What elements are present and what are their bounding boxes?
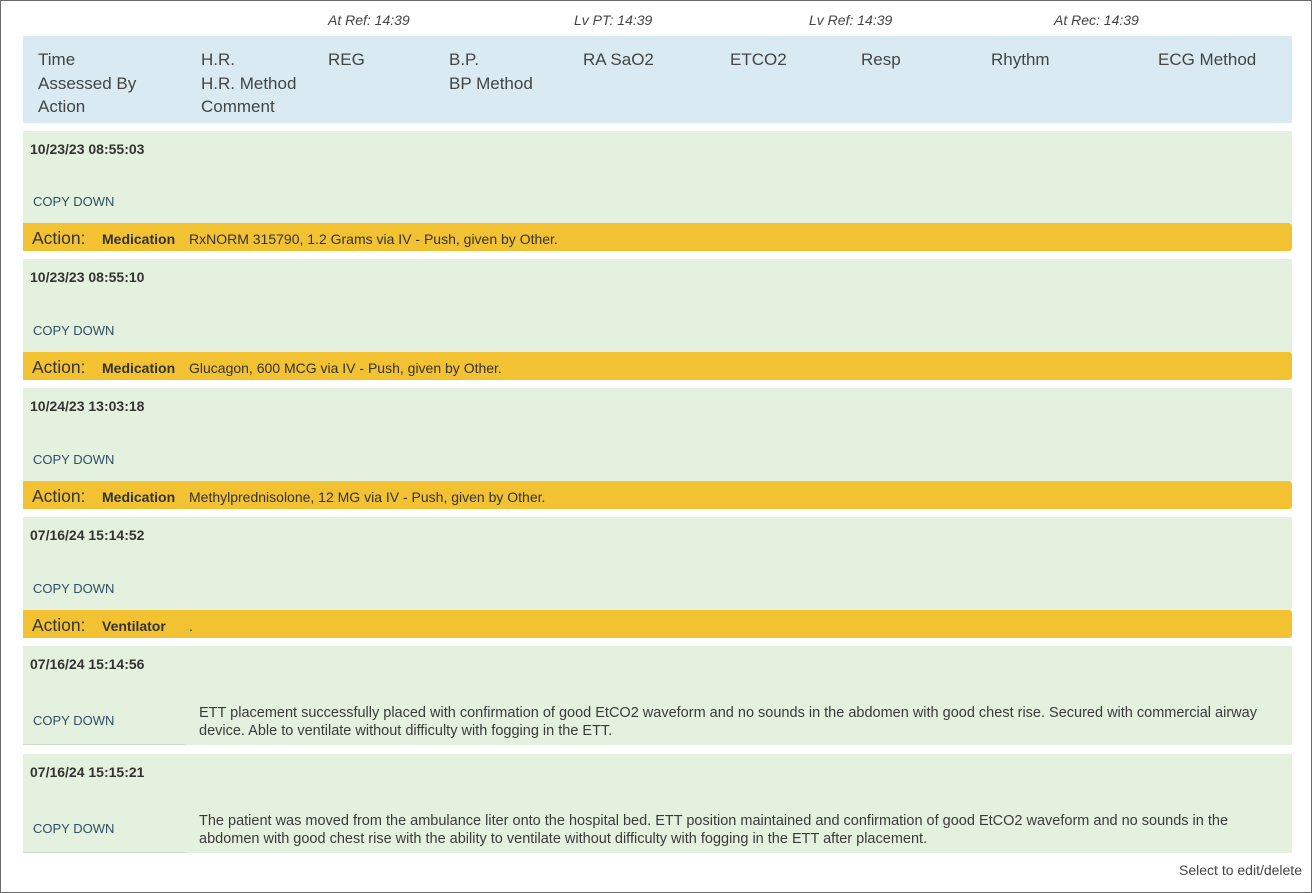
action-detail: . bbox=[189, 618, 193, 634]
action-row[interactable]: Action: Medication RxNORM 315790, 1.2 Gr… bbox=[23, 223, 1292, 251]
action-detail: Methylprednisolone, 12 MG via IV - Push,… bbox=[189, 489, 546, 505]
action-label: Action: bbox=[32, 486, 86, 506]
action-type: Medication bbox=[102, 231, 176, 247]
header-col-resp: Resp bbox=[861, 48, 901, 72]
action-row[interactable]: Action: Medication Methylprednisolone, 1… bbox=[23, 481, 1292, 509]
entry-timestamp: 10/23/23 08:55:03 bbox=[30, 141, 145, 157]
entry-timestamp: 10/23/23 08:55:10 bbox=[30, 269, 145, 285]
header-col-rhythm: Rhythm bbox=[991, 48, 1050, 72]
entry-comment: ETT placement successfully placed with c… bbox=[199, 705, 1257, 739]
action-type: Medication bbox=[102, 360, 176, 376]
vitals-entry[interactable]: 07/16/24 15:14:52 COPY DOWN bbox=[23, 517, 1292, 610]
copy-down-link[interactable]: COPY DOWN bbox=[33, 713, 114, 728]
vitals-entry[interactable]: 07/16/24 15:15:21 COPY DOWN The patient … bbox=[23, 754, 1292, 853]
copy-down-link[interactable]: COPY DOWN bbox=[33, 323, 114, 338]
action-label: Action: bbox=[32, 228, 86, 248]
entry-timestamp: 07/16/24 15:14:56 bbox=[30, 656, 145, 672]
entry-timestamp: 10/24/23 13:03:18 bbox=[30, 398, 145, 414]
header-label: BP Method bbox=[449, 73, 533, 93]
header-label: H.R. Method bbox=[201, 73, 297, 93]
copy-down-link[interactable]: COPY DOWN bbox=[33, 821, 114, 836]
marker-lv-ref: Lv Ref: 14:39 bbox=[809, 12, 893, 28]
copy-down-link[interactable]: COPY DOWN bbox=[33, 452, 114, 467]
header-col-ecg-method: ECG Method bbox=[1158, 48, 1256, 72]
action-row[interactable]: Action: Ventilator . bbox=[23, 610, 1292, 638]
action-detail: RxNORM 315790, 1.2 Grams via IV - Push, … bbox=[189, 231, 558, 247]
header-col-etco2: ETCO2 bbox=[730, 48, 787, 72]
action-type: Ventilator bbox=[102, 618, 166, 634]
header-col-bp: B.P. BP Method bbox=[449, 48, 533, 95]
column-header: Time Assessed By Action H.R. H.R. Method… bbox=[23, 36, 1292, 123]
marker-lv-pt: Lv PT: 14:39 bbox=[574, 12, 653, 28]
header-label: Resp bbox=[861, 50, 901, 69]
header-col-time: Time Assessed By Action bbox=[38, 48, 136, 119]
header-label: Time bbox=[38, 50, 76, 69]
marker-at-rec: At Rec: 14:39 bbox=[1054, 12, 1139, 28]
select-to-edit-link[interactable]: Select to edit/delete bbox=[1179, 862, 1302, 878]
header-label: Comment bbox=[201, 97, 275, 116]
header-label: H.R. bbox=[201, 50, 235, 69]
entry-timestamp: 07/16/24 15:14:52 bbox=[30, 527, 145, 543]
action-row[interactable]: Action: Medication Glucagon, 600 MCG via… bbox=[23, 352, 1292, 380]
header-label: Assessed By bbox=[38, 73, 137, 93]
action-label: Action: bbox=[32, 615, 86, 635]
header-label: REG bbox=[328, 50, 365, 69]
header-label: RA SaO2 bbox=[583, 50, 654, 69]
header-label: ECG Method bbox=[1158, 50, 1257, 69]
header-label: Action bbox=[38, 97, 86, 116]
copy-down-link[interactable]: COPY DOWN bbox=[33, 581, 114, 596]
action-label: Action: bbox=[32, 357, 86, 377]
action-type: Medication bbox=[102, 489, 176, 505]
entry-timestamp: 07/16/24 15:15:21 bbox=[30, 764, 145, 780]
header-col-sao2: RA SaO2 bbox=[583, 48, 654, 72]
vitals-entry[interactable]: 10/23/23 08:55:03 COPY DOWN bbox=[23, 131, 1292, 223]
vitals-panel: At Ref: 14:39 Lv PT: 14:39 Lv Ref: 14:39… bbox=[0, 0, 1312, 893]
header-col-hr: H.R. H.R. Method Comment bbox=[201, 48, 296, 119]
timeline-markers: At Ref: 14:39 Lv PT: 14:39 Lv Ref: 14:39… bbox=[1, 1, 1311, 35]
vitals-entry[interactable]: 10/24/23 13:03:18 COPY DOWN bbox=[23, 388, 1292, 481]
header-label: B.P. bbox=[449, 50, 479, 69]
header-col-reg: REG bbox=[328, 48, 365, 72]
copy-down-link[interactable]: COPY DOWN bbox=[33, 194, 114, 209]
vitals-entry[interactable]: 07/16/24 15:14:56 COPY DOWN ETT placemen… bbox=[23, 646, 1292, 745]
header-label: Rhythm bbox=[991, 50, 1050, 69]
entry-comment: The patient was moved from the ambulance… bbox=[199, 813, 1229, 847]
vitals-entry[interactable]: 10/23/23 08:55:10 COPY DOWN bbox=[23, 259, 1292, 352]
marker-at-ref: At Ref: 14:39 bbox=[328, 12, 410, 28]
header-label: ETCO2 bbox=[730, 50, 787, 69]
action-detail: Glucagon, 600 MCG via IV - Push, given b… bbox=[189, 360, 502, 376]
